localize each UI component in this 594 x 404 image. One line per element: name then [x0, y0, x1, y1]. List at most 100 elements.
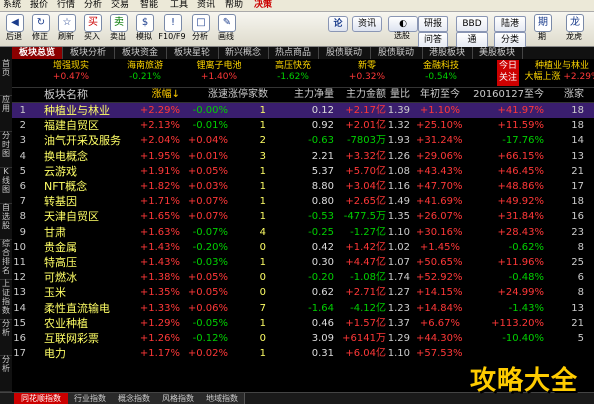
table-row[interactable]: 7 转基因 +1.71% +0.07% 1 0.80 +2.65亿 1.49 +41.69% +4…	[12, 194, 594, 209]
f10-button[interactable]: ! F10/F9	[158, 13, 186, 45]
ticker-item[interactable]: 高压快充 -1.62%	[258, 61, 328, 83]
main-volume: -0.63	[308, 135, 334, 147]
menu-quote[interactable]: 报价	[30, 0, 48, 11]
volume-ratio: 1.32	[387, 120, 410, 132]
sidebar-analysis-2[interactable]: 分析	[0, 355, 12, 392]
col-since-header[interactable]: 20160127至今	[464, 88, 544, 102]
bottom-tab-industry-index[interactable]: 行业指数	[68, 393, 113, 404]
table-row[interactable]: 5 云游戏 +1.91% +0.05% 1 5.37 +5.70亿 1.08 +43.43% +4…	[12, 164, 594, 179]
bottom-tab-concept-index[interactable]: 概念指数	[112, 393, 157, 404]
refresh-button[interactable]: ☆ 刷新	[54, 13, 78, 45]
table-row[interactable]: 12 可燃冰 +1.38% +0.05% 0 -0.20 -1.08亿 1.74 +52.92%…	[12, 270, 594, 285]
analysis-button[interactable]: □ 分析	[188, 13, 212, 45]
ticker-item[interactable]: 增强现实 +0.47%	[36, 61, 106, 83]
ask-button[interactable]: 问答	[418, 32, 448, 48]
tab-stock-bond-2[interactable]: 股债联动	[370, 47, 423, 59]
research-button[interactable]: 研报	[418, 16, 448, 32]
table-row[interactable]: 3 油气开采及服务 +2.04% +0.04% 2 -0.63 -7803万 1.93 +31.…	[12, 133, 594, 148]
change-pct: +2.13%	[139, 120, 180, 132]
menu-smart[interactable]: 智能	[140, 0, 158, 11]
menu-analysis[interactable]: 分析	[84, 0, 102, 11]
table-row[interactable]: 9 甘肃 +1.63% -0.07% 4 -0.25 -1.27亿 1.10 +30.16% +2…	[12, 225, 594, 240]
menu-trade[interactable]: 交易	[111, 0, 129, 11]
sidebar-timeshare[interactable]: 分时图	[0, 131, 12, 168]
buy-button[interactable]: 买买入	[80, 13, 104, 45]
ticker-item[interactable]: 锂离子电池 +1.40%	[184, 61, 254, 83]
watermark-logo: 攻略大全	[470, 366, 579, 396]
today-focus-stock[interactable]: 种植业与林业 大幅上涨 +2.29%	[522, 61, 594, 83]
tab-sector-rotation[interactable]: 板块星轮	[166, 47, 219, 59]
sell-button[interactable]: 卖卖出	[106, 13, 130, 45]
col-main-vol-header[interactable]: 主力净量	[292, 88, 334, 102]
tab-sector-analysis[interactable]: 板块分析	[62, 47, 115, 59]
bottom-tab-ths-index[interactable]: 同花顺指数	[14, 393, 69, 404]
today-focus-badge[interactable]: 今日 关注	[497, 60, 519, 86]
col-ytd-header[interactable]: 年初至今	[416, 88, 460, 102]
sidebar-shanghai-index[interactable]: 上证指数	[0, 279, 12, 320]
bottom-tab-style-index[interactable]: 风格指数	[156, 393, 201, 404]
main-volume: 0.46	[311, 317, 334, 329]
table-row[interactable]: 16 互联网彩票 +1.26% -0.12% 0 3.09 +6141万 1.29 +44.30…	[12, 331, 594, 346]
col-up-count-header[interactable]: 涨家	[560, 88, 584, 102]
main-volume: 0.92	[311, 120, 334, 132]
sidebar-watchlist[interactable]: 自选股	[0, 203, 12, 240]
menu-system[interactable]: 系统	[3, 0, 21, 11]
futures-button[interactable]: 期期	[530, 13, 554, 45]
col-name-header[interactable]: 板块名称	[44, 88, 144, 102]
menu-help[interactable]: 帮助	[225, 0, 243, 11]
fix-button[interactable]: ↻ 修正	[28, 13, 52, 45]
change-pct: +2.29%	[139, 105, 180, 116]
back-button[interactable]: ◀ 后退	[2, 13, 26, 45]
col-ratio-header[interactable]: 量比	[382, 88, 410, 102]
ticker-item[interactable]: 金融科技 -0.54%	[406, 61, 476, 83]
col-limitup-header[interactable]: 涨停家数	[218, 88, 268, 102]
sidebar-kline[interactable]: K线图	[0, 167, 12, 204]
menu-market[interactable]: 行情	[57, 0, 75, 11]
tab-us-sectors[interactable]: 美股板块	[472, 47, 523, 59]
tab-hot-commodities[interactable]: 热点商品	[268, 47, 319, 59]
ticker-item[interactable]: 新零 +0.32%	[332, 61, 402, 83]
tab-sector-funds[interactable]: 板块资金	[114, 47, 167, 59]
sector-name: 玉米	[44, 286, 66, 300]
tab-new-concepts[interactable]: 新兴概念	[218, 47, 269, 59]
table-row[interactable]: 4 换电概念 +1.95% +0.01% 3 2.21 +3.32亿 1.26 +29.06% +…	[12, 149, 594, 164]
menu-news[interactable]: 资讯	[197, 0, 215, 11]
sidebar-home[interactable]: 首页	[0, 59, 12, 96]
lugang-button[interactable]: 陆港	[494, 16, 526, 32]
table-row[interactable]: 6 NFT概念 +1.82% +0.03% 1 8.80 +3.04亿 1.16 +47.70%…	[12, 179, 594, 194]
sidebar-apps[interactable]: 应用	[0, 95, 12, 132]
table-row[interactable]: 1 种植业与林业 +2.29% -0.00% 1 0.12 +2.17亿 1.39 +1.10%…	[12, 103, 594, 119]
col-main-amount-header[interactable]: 主力金额	[338, 88, 386, 102]
up-count: 13	[571, 150, 584, 162]
tab-hk-sectors[interactable]: 港股板块	[422, 47, 473, 59]
dragon-tiger-button[interactable]: 龙龙虎	[562, 13, 586, 45]
sidebar-analysis-1[interactable]: 分析	[0, 319, 12, 356]
table-row[interactable]: 13 玉米 +1.35% +0.05% 0 0.62 +2.71亿 1.27 +14.15% +2…	[12, 285, 594, 300]
tong-button[interactable]: 通	[456, 32, 488, 48]
draw-button[interactable]: ✎ 画线	[214, 13, 238, 45]
main-volume: 0.30	[311, 257, 334, 268]
menu-decision[interactable]: 决策	[254, 0, 272, 11]
table-row[interactable]: 8 天津自贸区 +1.65% +0.07% 1 -0.53 -477.5万 1.35 +26.0…	[12, 209, 594, 224]
menu-bar: 系统 报价 行情 分析 交易 智能 工具 资讯 帮助 决策	[0, 0, 594, 12]
table-row[interactable]: 11 特高压 +1.43% -0.03% 1 0.30 +4.47亿 1.07 +50.65% +…	[12, 255, 594, 270]
table-row[interactable]: 14 柔性直流输电 +1.33% +0.06% 7 -1.64 -4.12亿 1.23 +14.…	[12, 301, 594, 316]
col-change-header[interactable]: 涨幅↓	[138, 88, 180, 102]
select-stock-button[interactable]: ◐	[388, 16, 418, 32]
menu-tools[interactable]: 工具	[170, 0, 188, 11]
category-button[interactable]: 分类	[494, 32, 526, 48]
lun-button[interactable]: 论	[328, 16, 348, 32]
tab-sector-overview[interactable]: 板块总览	[12, 47, 63, 59]
bbd-button[interactable]: BBD	[456, 16, 488, 32]
ticker-item[interactable]: 海南旅游 -0.21%	[110, 61, 180, 83]
table-row[interactable]: 10 贵金属 +1.43% -0.20% 0 0.42 +1.42亿 1.02 +1.45% -0…	[12, 240, 594, 255]
sector-name: 农业种植	[44, 316, 88, 330]
tab-stock-bond-1[interactable]: 股债联动	[318, 47, 371, 59]
change-pct: +1.43%	[139, 257, 180, 268]
table-row[interactable]: 2 福建自贸区 +2.13% -0.01% 1 0.92 +2.01亿 1.32 +25.10%…	[12, 118, 594, 133]
simulate-button[interactable]: $ 模拟	[132, 13, 156, 45]
bottom-tab-region-index[interactable]: 地域指数	[200, 393, 245, 404]
table-row[interactable]: 15 农业种植 +1.29% -0.05% 1 0.46 +1.57亿 1.37 +6.67% +…	[12, 316, 594, 331]
sidebar-ranking[interactable]: 综合排名	[0, 239, 12, 280]
news-button[interactable]: 资讯	[352, 16, 382, 32]
